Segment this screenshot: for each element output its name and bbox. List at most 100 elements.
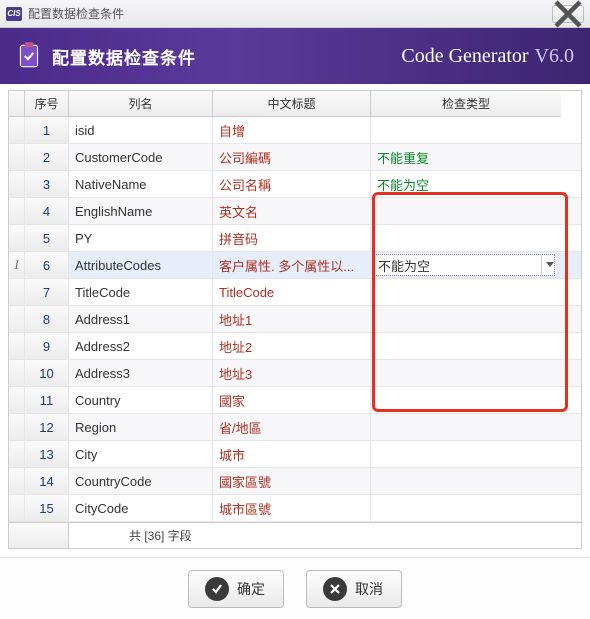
table-row[interactable]: 5PY拼音码 [9,225,581,252]
cell-type[interactable] [371,306,561,332]
row-indicator [9,117,25,143]
cell-title[interactable]: 拼音码 [213,225,371,251]
cell-name[interactable]: AttributeCodes [69,252,213,278]
cell-name[interactable]: EnglishName [69,198,213,224]
cell-type[interactable] [371,495,561,521]
cell-title[interactable]: 城市 [213,441,371,467]
cell-seq: 6 [25,252,69,278]
cell-seq: 10 [25,360,69,386]
cell-title[interactable]: 英文名 [213,198,371,224]
cancel-button[interactable]: 取消 [306,570,402,608]
ok-label: 确定 [237,579,265,599]
table-row[interactable]: 8Address1地址1 [9,306,581,333]
cell-title[interactable]: 客户属性. 多个属性以... [213,252,371,278]
cell-seq: 3 [25,171,69,197]
row-indicator [9,279,25,305]
cell-seq: 13 [25,441,69,467]
cell-title[interactable]: 地址1 [213,306,371,332]
table-row[interactable]: I6AttributeCodes客户属性. 多个属性以...不能为空 [9,252,581,279]
cell-type[interactable] [371,333,561,359]
cell-type[interactable]: 不能为空 [371,171,561,197]
cell-name[interactable]: Address2 [69,333,213,359]
cell-seq: 8 [25,306,69,332]
header-type[interactable]: 检查类型 [371,91,561,117]
table-row[interactable]: 12Region省/地區 [9,414,581,441]
cell-seq: 14 [25,468,69,494]
x-icon [323,577,347,601]
cell-type[interactable] [371,441,561,467]
brand-name: Code Generator [401,45,528,68]
footer-count: 共 [36] 字段 [69,523,581,548]
table-row[interactable]: 2CustomerCode公司編碼不能重复 [9,144,581,171]
ok-button[interactable]: 确定 [188,570,284,608]
cell-name[interactable]: Address1 [69,306,213,332]
type-combobox[interactable]: 不能为空 [373,254,555,276]
cell-name[interactable]: TitleCode [69,279,213,305]
row-indicator [9,333,25,359]
table-row[interactable]: 13City城市 [9,441,581,468]
row-indicator [9,306,25,332]
row-indicator [9,495,25,521]
cell-title[interactable]: 國家區號 [213,468,371,494]
cell-title[interactable]: 公司編碼 [213,144,371,170]
cell-name[interactable]: Address3 [69,360,213,386]
row-indicator [9,360,25,386]
cell-name[interactable]: CountryCode [69,468,213,494]
cell-title[interactable]: TitleCode [213,279,371,305]
table-row[interactable]: 4EnglishName英文名 [9,198,581,225]
table-row[interactable]: 11Country國家 [9,387,581,414]
cell-type[interactable] [371,117,561,143]
cell-type[interactable] [371,468,561,494]
cell-type[interactable] [371,414,561,440]
cell-title[interactable]: 自增 [213,117,371,143]
banner-title: 配置数据检查条件 [52,44,401,69]
cell-name[interactable]: PY [69,225,213,251]
cell-title[interactable]: 地址2 [213,333,371,359]
row-indicator [9,468,25,494]
data-grid[interactable]: 序号 列名 中文标题 检查类型 1isid自增2CustomerCode公司編碼… [8,90,582,523]
table-row[interactable]: 9Address2地址2 [9,333,581,360]
cell-type[interactable]: 不能重复 [371,144,561,170]
header-name[interactable]: 列名 [69,91,213,117]
banner: 配置数据检查条件 Code Generator V6.0 [0,28,590,84]
grid-footer: 共 [36] 字段 [8,523,582,549]
cell-name[interactable]: City [69,441,213,467]
grid-body: 1isid自增2CustomerCode公司編碼不能重复3NativeName公… [9,117,581,522]
table-row[interactable]: 3NativeName公司名稱不能为空 [9,171,581,198]
cell-title[interactable]: 城市區號 [213,495,371,521]
cell-title[interactable]: 地址3 [213,360,371,386]
cell-type[interactable] [371,198,561,224]
cell-name[interactable]: NativeName [69,171,213,197]
cell-title[interactable]: 國家 [213,387,371,413]
header-seq[interactable]: 序号 [25,91,69,117]
cell-seq: 12 [25,414,69,440]
cell-type[interactable]: 不能为空 [371,252,561,278]
table-row[interactable]: 15CityCode城市區號 [9,495,581,522]
close-button[interactable] [552,5,584,23]
cell-name[interactable]: isid [69,117,213,143]
cell-seq: 2 [25,144,69,170]
chevron-down-icon[interactable] [541,255,557,275]
header-row: 序号 列名 中文标题 检查类型 [9,91,581,117]
header-indicator [9,91,25,117]
row-indicator [9,414,25,440]
check-icon [205,577,229,601]
cell-type[interactable] [371,279,561,305]
row-indicator [9,387,25,413]
cell-type[interactable] [371,360,561,386]
cell-type[interactable] [371,387,561,413]
cell-name[interactable]: Region [69,414,213,440]
table-row[interactable]: 7TitleCodeTitleCode [9,279,581,306]
table-row[interactable]: 1isid自增 [9,117,581,144]
table-row[interactable]: 10Address3地址3 [9,360,581,387]
cell-name[interactable]: CustomerCode [69,144,213,170]
cell-title[interactable]: 省/地區 [213,414,371,440]
cell-type[interactable] [371,225,561,251]
table-row[interactable]: 14CountryCode國家區號 [9,468,581,495]
cell-title[interactable]: 公司名稱 [213,171,371,197]
cell-name[interactable]: CityCode [69,495,213,521]
brand-version: V6.0 [535,45,574,68]
window-title: 配置数据检查条件 [28,5,552,22]
header-title[interactable]: 中文标题 [213,91,371,117]
cell-name[interactable]: Country [69,387,213,413]
